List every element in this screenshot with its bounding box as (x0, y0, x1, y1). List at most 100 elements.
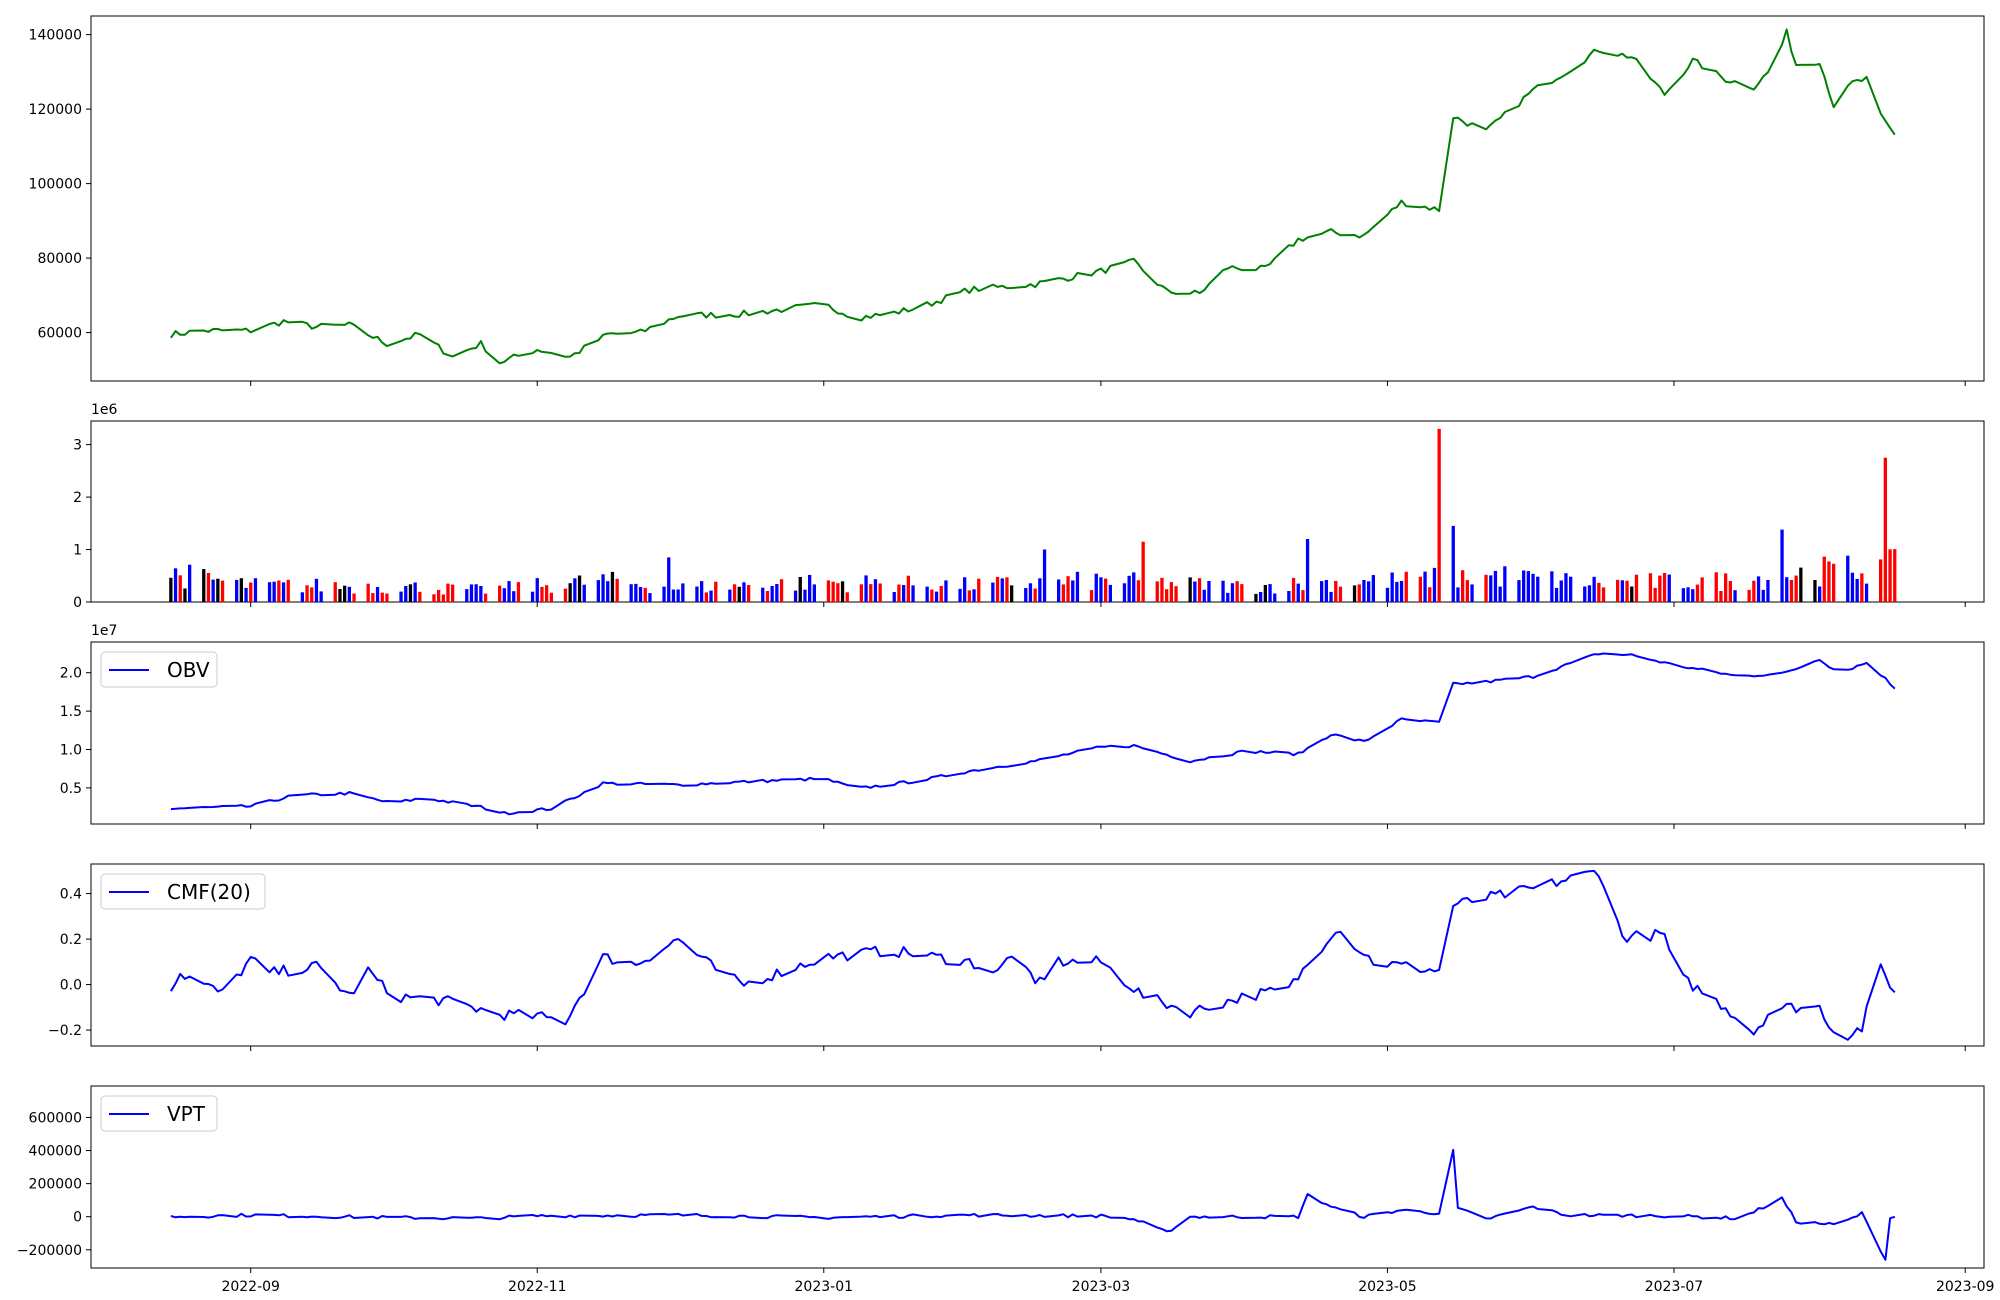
volume-bar (1526, 571, 1530, 602)
volume-bar (826, 580, 831, 602)
volume-bar (1305, 539, 1310, 602)
volume-bar (1719, 591, 1723, 602)
volume-bar (859, 584, 863, 602)
volume-bar (1028, 583, 1033, 602)
volume-bar (732, 584, 737, 602)
volume-bar (1221, 580, 1225, 602)
volume-bar (253, 578, 258, 602)
volume-bar (1127, 575, 1131, 602)
series-line (170, 1148, 1896, 1261)
volume-bar (1850, 572, 1855, 602)
volume-bar (601, 574, 605, 602)
y-tick-label: 0.4 (60, 887, 82, 903)
volume-bar (1390, 572, 1394, 602)
volume-bar (596, 580, 600, 602)
y-tick-label: 400000 (29, 1144, 82, 1160)
volume-bar (643, 587, 647, 602)
volume-bar (944, 580, 948, 602)
volume-bar (1597, 582, 1601, 602)
volume-bar (1367, 581, 1371, 602)
volume-bar (1554, 587, 1559, 602)
legend-label: VPT (167, 1102, 206, 1126)
volume-bar (634, 583, 638, 602)
y-tick-label: 100000 (29, 177, 82, 193)
volume-bar (1334, 581, 1338, 602)
volume-bar (535, 578, 539, 602)
volume-bar (779, 579, 784, 602)
volume-bar (742, 582, 746, 602)
volume-bar (709, 590, 713, 602)
y-tick-label: 0.5 (60, 781, 82, 797)
volume-bar (1423, 571, 1427, 602)
volume-bar (1418, 576, 1422, 602)
volume-bar (211, 579, 215, 602)
volume-bar (577, 575, 582, 602)
y-tick-label: 2 (73, 490, 82, 506)
volume-bar (432, 594, 436, 602)
volume-bar (1489, 575, 1493, 602)
y-tick-label: 1.5 (60, 704, 82, 720)
volume-bar (1174, 586, 1178, 602)
volume-bar (465, 589, 469, 602)
volume-bar (1005, 577, 1009, 602)
volume-bar (1559, 580, 1563, 602)
volume-bar (352, 593, 356, 602)
volume-bar (1094, 573, 1098, 602)
volume-panel: 0 1 2 3 1e6 (73, 402, 1985, 611)
volume-bar (1846, 555, 1850, 602)
volume-bar (676, 589, 680, 602)
series-line (170, 28, 1896, 365)
cmf-panel: −0.2 0.0 0.2 0.4 CMF(20) (48, 863, 1985, 1047)
volume-bar (310, 587, 314, 602)
volume-bar (812, 584, 816, 602)
volume-bar (202, 569, 206, 602)
volume-bar (1893, 549, 1897, 602)
volume-bar (681, 583, 685, 602)
x-tick-label: 2022-09 (221, 1279, 280, 1295)
volume-bar (267, 582, 272, 602)
volume-bar (418, 591, 422, 602)
volume-bar (333, 582, 337, 602)
volume-bar (1352, 585, 1357, 602)
volume-bar (845, 592, 849, 602)
y-offset-label: 1e7 (91, 623, 117, 639)
volume-bar (1235, 581, 1239, 602)
volume-bar (1484, 574, 1488, 602)
y-tick-label: −0.2 (48, 1023, 82, 1039)
volume-bar (1071, 580, 1075, 602)
volume-bar (606, 581, 610, 602)
volume-bar (1822, 556, 1826, 602)
plot-frame (90, 863, 1985, 1047)
volume-bar (995, 576, 1000, 602)
volume-bar (1550, 571, 1554, 602)
y-tick-label: 120000 (29, 102, 82, 118)
volume-bar (404, 586, 408, 602)
volume-bar (991, 582, 995, 602)
volume-bar (516, 582, 521, 602)
volume-bar (906, 575, 910, 602)
volume-bar (563, 588, 568, 602)
volume-bar (1724, 573, 1728, 602)
volume-bar (451, 584, 455, 602)
volume-bar (1832, 563, 1836, 602)
volume-bar (1470, 584, 1474, 602)
volume-bar (1498, 586, 1502, 602)
volume-bar (902, 585, 906, 602)
volume-bar (249, 582, 253, 602)
volume-bar (798, 577, 802, 602)
series-line (170, 869, 1896, 1041)
date-axis: 2022-09 2022-11 2023-01 2023-03 2023-05 2023-… (221, 381, 1994, 1295)
volume-bar (347, 586, 351, 602)
legend-label: OBV (167, 658, 210, 682)
volume-bar (939, 586, 943, 602)
volume-bar (498, 585, 502, 602)
volume-bar (1371, 575, 1375, 602)
volume-bar (366, 583, 370, 602)
volume-bar (873, 579, 878, 602)
volume-bar (878, 583, 882, 602)
volume-bar (305, 585, 309, 602)
volume-bar (173, 568, 178, 602)
y-tick-label: 0.0 (60, 978, 82, 994)
volume-bar (1207, 581, 1211, 602)
volume-bar (437, 589, 441, 602)
